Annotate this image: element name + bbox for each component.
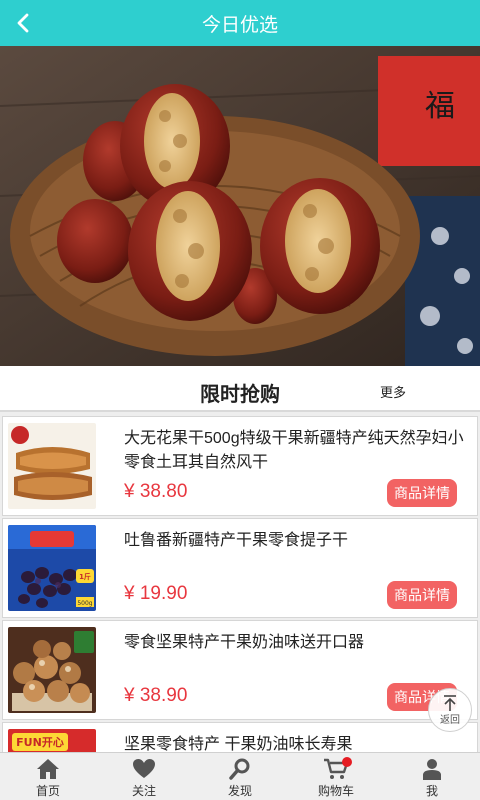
heart-icon <box>133 759 155 778</box>
page-title: 今日优选 <box>201 14 278 36</box>
product-price: ¥ 38.90 <box>124 685 188 706</box>
banner-sign-text: 福 <box>425 89 455 124</box>
tab-follow[interactable]: 关注 <box>96 753 192 800</box>
tab-discover[interactable]: 发现 <box>192 753 288 800</box>
banner-image[interactable]: 福 <box>0 46 480 366</box>
tab-me[interactable]: 我 <box>384 753 480 800</box>
tab-home[interactable]: 首页 <box>0 753 96 800</box>
product-name[interactable]: 大无花果干500g特级干果新疆特产纯天然孕妇小零食土耳其自然风干 <box>124 427 464 475</box>
thumb-badge-text: 1斤 <box>79 572 91 581</box>
tab-cart[interactable]: 购物车 <box>288 753 384 800</box>
product-item[interactable]: 1斤 500g 吐鲁番新疆特产干果零食提子干 ¥ 19.90 商品详情 <box>2 518 478 618</box>
tab-label: 首页 <box>35 784 60 798</box>
product-name[interactable]: 零食坚果特产干果奶油味送开口器 <box>124 631 464 655</box>
tab-label: 发现 <box>227 784 252 798</box>
tab-label: 我 <box>425 784 438 798</box>
section-title: 限时抢购 <box>200 384 280 406</box>
more-link[interactable]: 更多 <box>380 382 406 401</box>
product-price: ¥ 19.90 <box>124 583 188 604</box>
home-icon <box>37 759 59 779</box>
thumb-logo-text: FUN开心 <box>16 736 64 749</box>
product-item[interactable]: 零食坚果特产干果奶油味送开口器 ¥ 38.90 商品详情 <box>2 620 478 720</box>
flash-sale-header: 限时抢购 更多 <box>0 366 480 412</box>
tab-label: 关注 <box>131 784 156 798</box>
tab-label: 购物车 <box>317 784 354 798</box>
product-detail-button[interactable]: 商品详情 <box>387 479 457 507</box>
product-thumbnail <box>8 627 96 713</box>
back-to-top-button[interactable]: 返回 <box>428 688 472 732</box>
cart-badge <box>342 757 352 767</box>
product-detail-button[interactable]: 商品详情 <box>387 581 457 609</box>
top-navbar: 今日优选 <box>0 0 480 46</box>
thumb-weight-text: 500g <box>77 600 92 607</box>
product-price: ¥ 38.80 <box>124 481 188 502</box>
back-button[interactable] <box>8 7 38 39</box>
user-icon <box>423 759 441 780</box>
product-name[interactable]: 吐鲁番新疆特产干果零食提子干 <box>124 529 464 553</box>
back-to-top-label: 返回 <box>440 715 460 726</box>
chevron-left-icon <box>17 13 29 33</box>
search-icon <box>229 758 250 780</box>
product-thumbnail: 1斤 500g <box>8 525 96 611</box>
bottom-tabbar: 首页 关注 发现 购物车 我 <box>0 752 480 800</box>
arrow-up-icon <box>444 695 456 711</box>
product-thumbnail <box>8 423 96 509</box>
product-item[interactable]: 大无花果干500g特级干果新疆特产纯天然孕妇小零食土耳其自然风干 ¥ 38.80… <box>2 416 478 516</box>
